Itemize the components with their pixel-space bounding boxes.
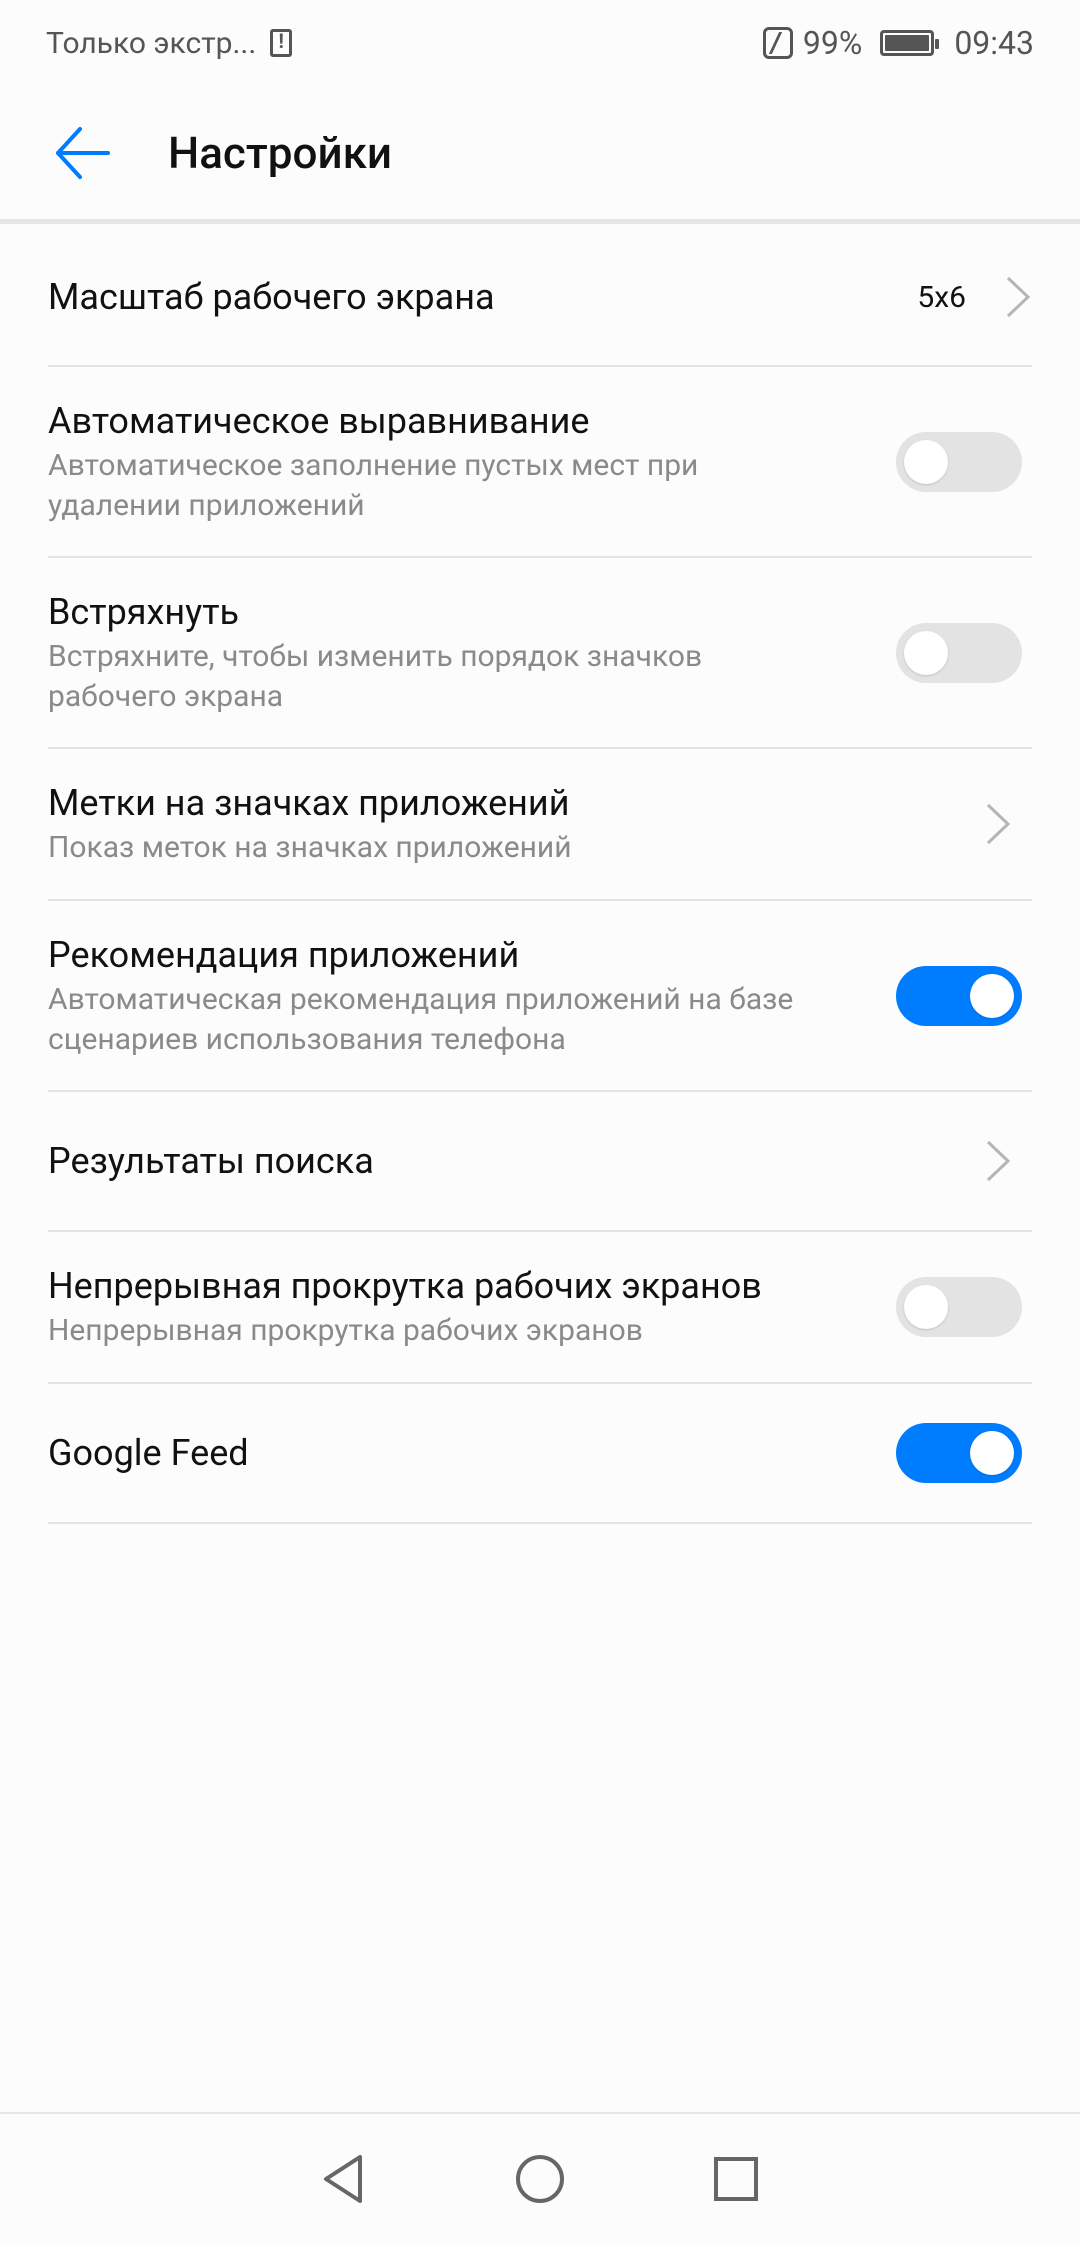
triangle-back-icon [324,2155,362,2203]
battery-icon [880,30,940,56]
toggle-knob [904,630,948,675]
setting-search-results[interactable]: Результаты поиска [48,1092,1032,1232]
setting-title: Результаты поиска [48,1140,374,1182]
status-left: Только экстр... [46,25,293,61]
page-title: Настройки [168,126,393,179]
clock: 09:43 [954,24,1034,62]
sim-alert-icon [270,29,293,57]
setting-subtitle: Автоматическая рекомендация приложений н… [48,981,794,1057]
toggle-knob [970,973,1014,1018]
battery-percent: 99% [802,24,863,62]
setting-subtitle: Автоматическое заполнение пустых мест пр… [48,447,699,523]
setting-title: Непрерывная прокрутка рабочих экранов [48,1265,762,1307]
navigation-bar [0,2112,1080,2244]
setting-home-screen-scale[interactable]: Масштаб рабочего экрана 5x6 [48,229,1032,367]
back-arrow-icon[interactable] [52,123,112,183]
setting-title: Масштаб рабочего экрана [48,276,495,318]
circle-home-icon [516,2155,564,2203]
setting-title: Рекомендация приложений [48,933,520,976]
toggle-knob [904,439,948,484]
setting-value: 5x6 [917,279,966,315]
google-feed-toggle[interactable] [896,1423,1022,1483]
setting-subtitle: Встряхните, чтобы изменить порядок значк… [48,638,703,714]
auto-align-toggle[interactable] [896,431,1022,492]
continuous-scroll-toggle[interactable] [896,1277,1022,1337]
setting-subtitle: Показ меток на значках приложений [48,830,572,865]
nav-recents-button[interactable] [708,2151,764,2207]
setting-google-feed[interactable]: Google Feed [48,1384,1032,1524]
setting-app-badges[interactable]: Метки на значках приложений Показ меток … [48,749,1032,901]
setting-title: Автоматическое выравнивание [48,399,590,442]
setting-title: Метки на значках приложений [48,782,570,824]
settings-list: Масштаб рабочего экрана 5x6 Автоматическ… [48,229,1032,1524]
square-recents-icon [714,2157,758,2201]
setting-auto-align[interactable]: Автоматическое выравнивание Автоматическ… [48,367,1032,558]
nav-home-button[interactable] [512,2151,568,2207]
setting-shake[interactable]: Встряхнуть Встряхните, чтобы изменить по… [48,558,1032,749]
status-bar: Только экстр... 99% 09:43 [0,0,1080,86]
nav-back-button[interactable] [316,2151,372,2207]
toggle-knob [970,1431,1014,1475]
setting-continuous-scroll[interactable]: Непрерывная прокрутка рабочих экранов Не… [48,1232,1032,1384]
nfc-icon [762,27,793,59]
carrier-label: Только экстр... [46,25,257,61]
chevron-right-icon [986,1140,1011,1182]
setting-subtitle: Непрерывная прокрутка рабочих экранов [48,1313,643,1348]
toggle-knob [904,1285,948,1329]
setting-title: Google Feed [48,1432,249,1474]
app-bar: Настройки [0,86,1080,224]
status-right: 99% 09:43 [762,24,1034,62]
setting-title: Встряхнуть [48,590,240,633]
chevron-right-icon [986,803,1011,845]
shake-toggle[interactable] [896,622,1022,683]
chevron-right-icon [1006,276,1031,318]
recommendation-toggle[interactable] [896,965,1022,1026]
setting-app-recommendation[interactable]: Рекомендация приложений Автоматическая р… [48,901,1032,1092]
